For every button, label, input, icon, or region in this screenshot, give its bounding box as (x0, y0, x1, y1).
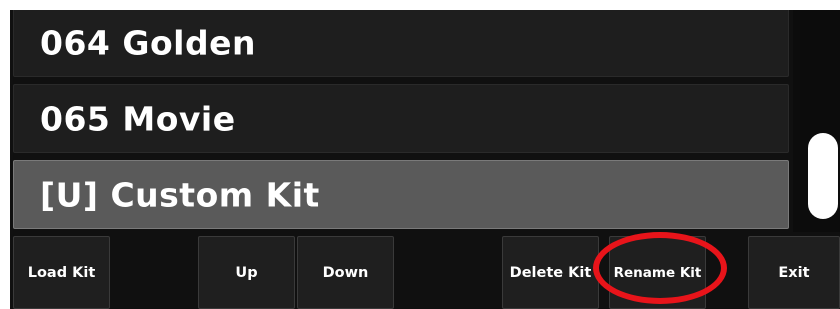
up-label: Up (235, 264, 258, 281)
exit-button[interactable]: Exit (748, 236, 840, 309)
kit-item-065-movie[interactable]: 065 Movie (13, 84, 789, 153)
kit-item-label: 064 Golden (40, 23, 256, 62)
kit-item-custom-kit[interactable]: [U] Custom Kit (13, 160, 789, 229)
delete-kit-button[interactable]: Delete Kit (502, 236, 599, 309)
kit-item-label: 065 Movie (40, 99, 236, 138)
scrollbar-track[interactable] (793, 10, 840, 232)
up-button[interactable]: Up (198, 236, 295, 309)
scrollbar-thumb[interactable] (808, 133, 838, 219)
rename-kit-label: Rename Kit (613, 264, 702, 281)
delete-kit-label: Delete Kit (509, 264, 592, 281)
kit-item-064-golden[interactable]: 064 Golden (13, 10, 789, 77)
kit-item-label: [U] Custom Kit (40, 175, 320, 214)
load-kit-button[interactable]: Load Kit (13, 236, 110, 309)
down-button[interactable]: Down (297, 236, 394, 309)
kit-manager-screen: 064 Golden 065 Movie [U] Custom Kit Load… (10, 10, 840, 309)
rename-kit-button[interactable]: Rename Kit (609, 236, 706, 309)
load-kit-label: Load Kit (27, 264, 96, 281)
down-label: Down (322, 264, 369, 281)
exit-label: Exit (778, 264, 810, 281)
